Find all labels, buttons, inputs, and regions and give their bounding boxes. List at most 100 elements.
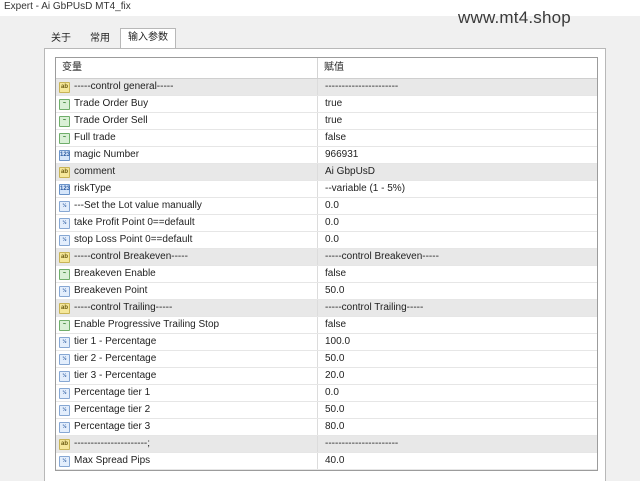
value-cell[interactable]: ----------------------: [318, 79, 597, 95]
integer-icon: 123: [59, 183, 70, 195]
table-row[interactable]: ~ Trade Order Sell true: [56, 113, 597, 130]
watermark-text: www.mt4.shop: [458, 8, 571, 27]
value-cell[interactable]: Ai GbpUsD: [318, 164, 597, 180]
tab-about[interactable]: 关于: [48, 30, 74, 48]
variable-cell: ~ Breakeven Enable: [56, 266, 318, 282]
double-icon: ½: [59, 370, 70, 382]
table-row[interactable]: ~ Enable Progressive Trailing Stop false: [56, 317, 597, 334]
table-row[interactable]: ½ ---Set the Lot value manually 0.0: [56, 198, 597, 215]
table-row[interactable]: ~ Trade Order Buy true: [56, 96, 597, 113]
bool-icon: ~: [59, 268, 70, 280]
variable-cell: ½ Max Spread Pips: [56, 453, 318, 469]
value-cell[interactable]: -----control Breakeven-----: [318, 249, 597, 265]
table-row[interactable]: ½ take Profit Point 0==default 0.0: [56, 215, 597, 232]
bool-icon: ~: [59, 132, 70, 144]
variable-name: Percentage tier 1: [74, 387, 151, 398]
variable-name: riskType: [74, 183, 112, 194]
table-row[interactable]: ½ Breakeven Point 50.0: [56, 283, 597, 300]
double-icon: ½: [59, 217, 70, 229]
variable-cell: ab ----------------------;: [56, 436, 318, 452]
table-row[interactable]: ~ Full trade false: [56, 130, 597, 147]
value-cell[interactable]: 0.0: [318, 198, 597, 214]
table-row[interactable]: ½ Percentage tier 1 0.0: [56, 385, 597, 402]
string-icon: ab: [59, 81, 70, 93]
bool-icon: ~: [59, 115, 70, 127]
variable-name: -----control Trailing-----: [74, 302, 173, 313]
double-icon: ½: [59, 336, 70, 348]
string-icon: ab: [59, 251, 70, 263]
inputs-panel: 变量 赋值 ab -----control general----- -------…: [44, 48, 606, 481]
tab-common[interactable]: 常用: [84, 30, 116, 48]
value-cell[interactable]: true: [318, 113, 597, 129]
variable-cell: 123 riskType: [56, 181, 318, 197]
value-cell[interactable]: false: [318, 130, 597, 146]
double-icon: ½: [59, 234, 70, 246]
header-variable[interactable]: 变量: [56, 58, 318, 78]
integer-icon: 123: [59, 149, 70, 161]
double-icon: ½: [59, 285, 70, 297]
variable-cell: ½ Percentage tier 1: [56, 385, 318, 401]
variable-cell: ½ stop Loss Point 0==default: [56, 232, 318, 248]
bool-icon: ~: [59, 319, 70, 331]
value-cell[interactable]: 40.0: [318, 453, 597, 469]
table-row[interactable]: ½ stop Loss Point 0==default 0.0: [56, 232, 597, 249]
variable-name: Full trade: [74, 132, 116, 143]
string-icon: ab: [59, 166, 70, 178]
value-cell[interactable]: 966931: [318, 147, 597, 163]
value-cell[interactable]: 50.0: [318, 351, 597, 367]
double-icon: ½: [59, 421, 70, 433]
value-cell[interactable]: false: [318, 266, 597, 282]
table-row[interactable]: ½ tier 3 - Percentage 20.0: [56, 368, 597, 385]
variable-cell: ab comment: [56, 164, 318, 180]
variable-cell: ½ Percentage tier 2: [56, 402, 318, 418]
value-cell[interactable]: 0.0: [318, 385, 597, 401]
variable-name: -----control Breakeven-----: [74, 251, 188, 262]
table-row[interactable]: ab ----------------------; ---------------…: [56, 436, 597, 453]
variable-cell: ½ Breakeven Point: [56, 283, 318, 299]
variable-name: tier 2 - Percentage: [74, 353, 157, 364]
variable-name: take Profit Point 0==default: [74, 217, 195, 228]
variable-name: tier 3 - Percentage: [74, 370, 157, 381]
table-row[interactable]: ½ tier 1 - Percentage 100.0: [56, 334, 597, 351]
value-cell[interactable]: 100.0: [318, 334, 597, 350]
value-cell[interactable]: 0.0: [318, 215, 597, 231]
value-cell[interactable]: ----------------------: [318, 436, 597, 452]
variable-cell: ab -----control Trailing-----: [56, 300, 318, 316]
value-cell[interactable]: 50.0: [318, 283, 597, 299]
value-cell[interactable]: --variable (1 - 5%): [318, 181, 597, 197]
value-cell[interactable]: 50.0: [318, 402, 597, 418]
table-row[interactable]: ½ tier 2 - Percentage 50.0: [56, 351, 597, 368]
variable-cell: ½ Percentage tier 3: [56, 419, 318, 435]
variable-cell: ½ ---Set the Lot value manually: [56, 198, 318, 214]
value-cell[interactable]: true: [318, 96, 597, 112]
table-row[interactable]: ab comment Ai GbpUsD: [56, 164, 597, 181]
tab-inputs[interactable]: 输入参数: [120, 28, 176, 50]
variable-cell: ~ Full trade: [56, 130, 318, 146]
value-cell[interactable]: false: [318, 317, 597, 333]
value-cell[interactable]: 0.0: [318, 232, 597, 248]
double-icon: ½: [59, 200, 70, 212]
table-row[interactable]: ab -----control general----- -------------…: [56, 79, 597, 96]
double-icon: ½: [59, 387, 70, 399]
table-row[interactable]: 123 magic Number 966931: [56, 147, 597, 164]
table-row[interactable]: 123 riskType --variable (1 - 5%): [56, 181, 597, 198]
string-icon: ab: [59, 302, 70, 314]
variable-name: Percentage tier 2: [74, 404, 151, 415]
variable-name: magic Number: [74, 149, 140, 160]
variable-cell: ~ Enable Progressive Trailing Stop: [56, 317, 318, 333]
table-row[interactable]: ½ Percentage tier 2 50.0: [56, 402, 597, 419]
value-cell[interactable]: -----control Trailing-----: [318, 300, 597, 316]
table-header: 变量 赋值: [56, 58, 597, 79]
table-row[interactable]: ab -----control Breakeven----- -----contro…: [56, 249, 597, 266]
table-row[interactable]: ½ Percentage tier 3 80.0: [56, 419, 597, 436]
table-row[interactable]: ½ Max Spread Pips 40.0: [56, 453, 597, 470]
value-cell[interactable]: 80.0: [318, 419, 597, 435]
parameters-table: 变量 赋值 ab -----control general----- -------…: [55, 57, 598, 471]
value-cell[interactable]: 20.0: [318, 368, 597, 384]
table-row[interactable]: ~ Breakeven Enable false: [56, 266, 597, 283]
variable-name: ---Set the Lot value manually: [74, 200, 202, 211]
double-icon: ½: [59, 353, 70, 365]
variable-name: Trade Order Sell: [74, 115, 148, 126]
table-row[interactable]: ab -----control Trailing----- -----control…: [56, 300, 597, 317]
header-value[interactable]: 赋值: [318, 58, 597, 78]
